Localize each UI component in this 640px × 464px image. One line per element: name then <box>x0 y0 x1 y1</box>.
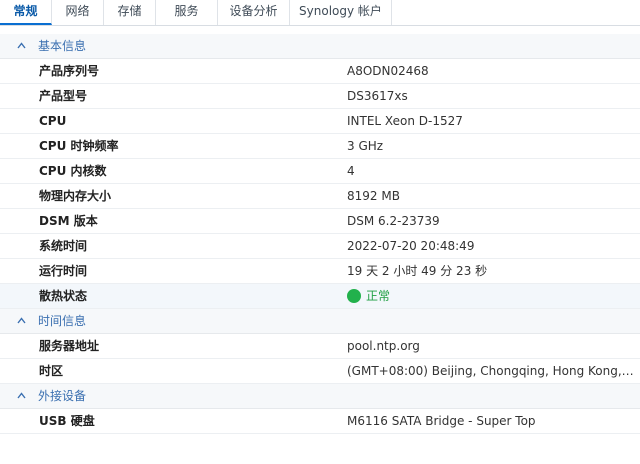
row-value: 19 天 2 小时 49 分 23 秒 <box>347 264 488 278</box>
tab-general[interactable]: 常规 <box>0 0 52 25</box>
row-value: 2022-07-20 20:48:49 <box>347 239 475 253</box>
row-label: CPU 时钟频率 <box>39 139 119 153</box>
row-label: CPU <box>39 114 67 128</box>
chevron-up-icon <box>17 392 26 399</box>
info-row-cpu-clock: CPU 时钟频率 3 GHz <box>0 134 640 159</box>
row-value: 8192 MB <box>347 189 400 203</box>
info-row-serial-number: 产品序列号 A8ODN02468 <box>0 59 640 84</box>
row-value: INTEL Xeon D-1527 <box>347 114 463 128</box>
tab-network[interactable]: 网络 <box>52 0 104 25</box>
row-value: M6116 SATA Bridge - Super Top <box>347 414 536 428</box>
row-label: CPU 内核数 <box>39 164 107 178</box>
tab-bar: 常规 网络 存储 服务 设备分析 Synology 帐户 <box>0 0 640 26</box>
section-title-basic-info: 基本信息 <box>38 39 87 53</box>
info-row-cpu-cores: CPU 内核数 4 <box>0 159 640 184</box>
row-label: 时区 <box>39 364 64 378</box>
section-header-time-info[interactable]: 时间信息 <box>0 309 640 334</box>
row-label: 系统时间 <box>39 239 88 253</box>
row-value: DS3617xs <box>347 89 408 103</box>
info-row-cpu: CPU INTEL Xeon D-1527 <box>0 109 640 134</box>
chevron-up-icon <box>17 42 26 49</box>
info-row-thermal-status: 散热状态 正常 <box>0 284 640 309</box>
info-row-uptime: 运行时间 19 天 2 小时 49 分 23 秒 <box>0 259 640 284</box>
row-label: 服务器地址 <box>39 339 100 353</box>
row-label: 散热状态 <box>39 289 88 303</box>
info-row-timezone: 时区 (GMT+08:00) Beijing, Chongqing, Hong … <box>0 359 640 384</box>
tab-storage[interactable]: 存储 <box>104 0 156 25</box>
row-label: 物理内存大小 <box>39 189 112 203</box>
info-row-dsm-version: DSM 版本 DSM 6.2-23739 <box>0 209 640 234</box>
row-label: DSM 版本 <box>39 214 98 228</box>
row-label: USB 硬盘 <box>39 414 95 428</box>
row-label: 运行时间 <box>39 264 88 278</box>
chevron-up-icon <box>17 317 26 324</box>
info-row-system-time: 系统时间 2022-07-20 20:48:49 <box>0 234 640 259</box>
status-ok-icon <box>347 289 361 303</box>
info-row-model: 产品型号 DS3617xs <box>0 84 640 109</box>
row-value: DSM 6.2-23739 <box>347 214 440 228</box>
row-value: A8ODN02468 <box>347 64 429 78</box>
row-value: 4 <box>347 164 355 178</box>
row-label: 产品序列号 <box>39 64 100 78</box>
info-row-ntp-server: 服务器地址 pool.ntp.org <box>0 334 640 359</box>
info-row-usb-disk: USB 硬盘 M6116 SATA Bridge - Super Top <box>0 409 640 434</box>
tab-services[interactable]: 服务 <box>156 0 218 25</box>
section-title-external-devices: 外接设备 <box>38 389 87 403</box>
status-badge: 正常 <box>366 289 391 303</box>
tab-device-analytics[interactable]: 设备分析 <box>218 0 290 25</box>
section-header-external-devices[interactable]: 外接设备 <box>0 384 640 409</box>
row-value: pool.ntp.org <box>347 339 420 353</box>
section-title-time-info: 时间信息 <box>38 314 87 328</box>
row-label: 产品型号 <box>39 89 88 103</box>
section-header-basic-info[interactable]: 基本信息 <box>0 34 640 59</box>
info-row-memory: 物理内存大小 8192 MB <box>0 184 640 209</box>
row-value: (GMT+08:00) Beijing, Chongqing, Hong Kon… <box>347 364 637 378</box>
info-panel: 基本信息 产品序列号 A8ODN02468 产品型号 DS3617xs CPU … <box>0 34 640 464</box>
tab-synology-account[interactable]: Synology 帐户 <box>290 0 392 25</box>
row-value: 3 GHz <box>347 139 384 153</box>
